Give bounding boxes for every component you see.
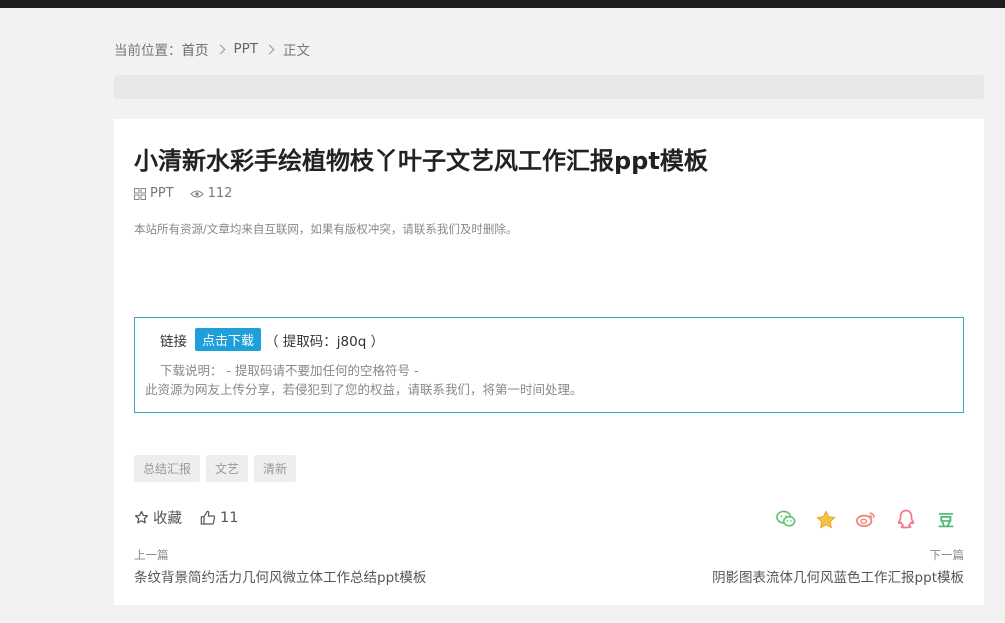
- chevron-right-icon: [264, 44, 275, 54]
- meta-category[interactable]: PPT: [134, 186, 174, 201]
- qq-icon[interactable]: [896, 509, 916, 529]
- weibo-icon[interactable]: [856, 509, 876, 529]
- meta-views: 112: [189, 186, 233, 201]
- ad-placeholder-bar: [114, 75, 984, 99]
- next-post: 下一篇 阴影图表流体几何风蓝色工作汇报ppt模板: [712, 547, 964, 586]
- star-outline-icon: [134, 510, 149, 524]
- grid-icon: [134, 187, 146, 200]
- star-icon[interactable]: [816, 509, 836, 529]
- article-title: 小清新水彩手绘植物枝丫叶子文艺风工作汇报ppt模板: [134, 147, 708, 175]
- download-box: 链接 点击下载 （ 提取码：j80q ） 下载说明： - 提取码请不要加任何的空…: [134, 317, 964, 413]
- like-count: 11: [220, 509, 239, 526]
- article-card: 小清新水彩手绘植物枝丫叶子文艺风工作汇报ppt模板 PPT 112 本站所有资源…: [114, 119, 984, 605]
- prev-post: 上一篇 条纹背景简约活力几何风微立体工作总结ppt模板: [134, 547, 426, 586]
- extraction-code: （ 提取码：j80q ）: [265, 333, 385, 350]
- download-desc-label: 下载说明：: [160, 363, 223, 378]
- breadcrumb-prefix: 当前位置：: [114, 43, 182, 59]
- meta-category-label: PPT: [150, 186, 174, 201]
- wechat-icon[interactable]: [776, 509, 796, 529]
- breadcrumb-current: 正文: [283, 43, 311, 59]
- tag-item[interactable]: 总结汇报: [134, 455, 201, 482]
- article-actions: 收藏 11: [134, 507, 256, 528]
- douban-icon[interactable]: 豆: [936, 509, 956, 530]
- next-post-link[interactable]: 阴影图表流体几何风蓝色工作汇报ppt模板: [712, 566, 964, 586]
- download-row: 链接 点击下载 （ 提取码：j80q ）: [160, 328, 384, 351]
- next-post-label: 下一篇: [929, 548, 965, 562]
- breadcrumb: 当前位置： 首页 PPT 正文: [114, 39, 310, 59]
- chevron-right-icon: [215, 44, 225, 54]
- favorite-button[interactable]: 收藏: [134, 507, 182, 528]
- top-bar: [0, 0, 1005, 8]
- prev-post-label: 上一篇: [134, 548, 169, 562]
- download-link-label: 链接: [160, 333, 187, 350]
- tag-list: 总结汇报 文艺 清新: [134, 455, 302, 482]
- article-meta: PPT 112: [134, 186, 248, 201]
- tag-item[interactable]: 文艺: [206, 455, 249, 482]
- favorite-label: 收藏: [153, 511, 182, 527]
- breadcrumb-category-link[interactable]: PPT: [234, 41, 259, 57]
- like-button[interactable]: 11: [200, 510, 238, 526]
- share-bar: 豆: [756, 509, 956, 530]
- prev-post-link[interactable]: 条纹背景简约活力几何风微立体工作总结ppt模板: [134, 566, 426, 586]
- breadcrumb-home-link[interactable]: 首页: [182, 39, 209, 59]
- thumbs-up-icon: [200, 510, 216, 525]
- copyright-notice: 本站所有资源/文章均来自互联网，如果有版权冲突，请联系我们及时删除。: [134, 222, 518, 236]
- download-desc-text: - 提取码请不要加任何的空格符号 -: [222, 363, 419, 378]
- tag-item[interactable]: 清新: [254, 455, 297, 482]
- meta-views-count: 112: [207, 186, 233, 201]
- eye-icon: [189, 189, 204, 198]
- download-description: 下载说明： - 提取码请不要加任何的空格符号 -: [160, 360, 418, 379]
- download-button[interactable]: 点击下载: [195, 328, 262, 351]
- download-disclaimer: 此资源为网友上传分享，若侵犯到了您的权益，请联系我们，将第一时间处理。: [145, 382, 583, 397]
